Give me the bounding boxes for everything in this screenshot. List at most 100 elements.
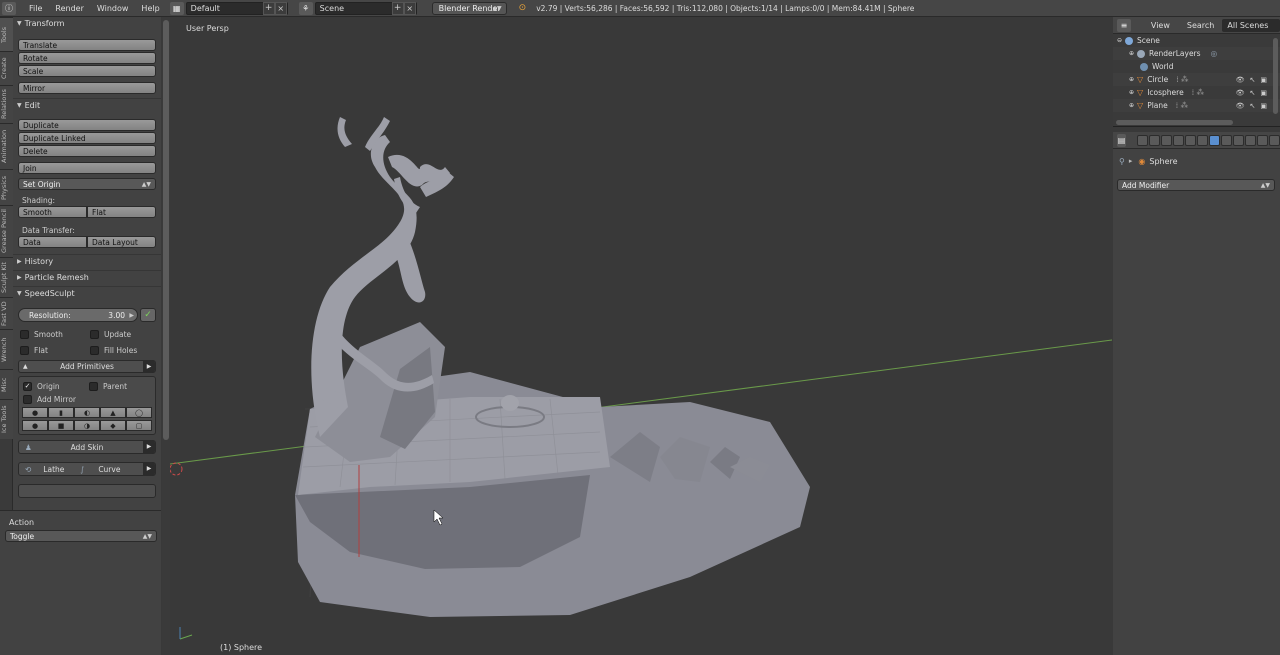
lathe-button[interactable]: Lathe: [43, 465, 64, 474]
panel-speedsculpt-header[interactable]: ▼ SpeedSculpt: [13, 286, 161, 300]
outliner-row-circle[interactable]: ⊕ ▽ Circle ⁞ ⁂ 👁↖▣: [1113, 73, 1280, 86]
outliner-row-renderlayers[interactable]: ⊕ RenderLayers ◎: [1113, 47, 1280, 60]
flat-shading-button[interactable]: Flat: [87, 206, 156, 218]
outliner-editor-icon[interactable]: ≡: [1117, 18, 1131, 32]
render-engine-select[interactable]: Blender Render ▲▼: [431, 1, 507, 15]
add-mirror-checkbox[interactable]: Add Mirror: [23, 393, 76, 405]
particles-tab-icon[interactable]: [1257, 134, 1268, 146]
action-select[interactable]: Toggle ▲▼: [5, 530, 157, 542]
properties-editor-icon[interactable]: ▤: [1117, 133, 1126, 147]
data-tab-icon[interactable]: [1221, 134, 1232, 146]
display-mode-select[interactable]: All Scenes: [1222, 18, 1280, 32]
visibility-icons[interactable]: 👁↖▣: [1236, 76, 1272, 84]
flat-checkbox[interactable]: Flat: [20, 344, 90, 356]
outliner-hscrollbar[interactable]: [1116, 120, 1233, 125]
add-layout-icon[interactable]: +: [262, 1, 275, 15]
editor-type-icon[interactable]: ⓘ: [2, 1, 16, 15]
tool-shelf-scrollbar[interactable]: [162, 17, 170, 655]
scene-field[interactable]: Scene + ×: [314, 1, 417, 15]
parent-checkbox[interactable]: Parent: [89, 380, 127, 392]
world-tab-icon[interactable]: [1173, 134, 1184, 146]
render-tab-icon[interactable]: [1137, 134, 1148, 146]
join-button[interactable]: Join: [18, 162, 156, 174]
screen-layout-icon[interactable]: ▦: [169, 1, 184, 15]
render-layers-tab-icon[interactable]: [1149, 134, 1160, 146]
curve-button[interactable]: Curve: [98, 465, 120, 474]
data-layout-button[interactable]: Data Layout: [87, 236, 156, 248]
data-button[interactable]: Data: [18, 236, 87, 248]
translate-button[interactable]: Translate: [18, 39, 156, 51]
menu-file[interactable]: File: [29, 4, 42, 13]
duplicate-linked-button[interactable]: Duplicate Linked: [18, 132, 156, 144]
add-skin-button[interactable]: ♟ Add Skin ▶: [18, 440, 156, 454]
pipe-icon[interactable]: ◆: [100, 420, 126, 431]
tab-ice-tools[interactable]: Ice Tools: [0, 399, 13, 439]
screen-layout-field[interactable]: Default + ×: [185, 1, 288, 15]
fill-holes-checkbox[interactable]: Fill Holes: [90, 344, 137, 356]
menu-render[interactable]: Render: [55, 4, 83, 13]
cube-icon[interactable]: ■: [48, 420, 74, 431]
add-scene-icon[interactable]: +: [391, 1, 404, 15]
outliner-row-plane[interactable]: ⊕ ▽ Plane ⁞ ⁂ 👁↖▣: [1113, 99, 1280, 112]
tab-misc[interactable]: Misc: [0, 369, 13, 399]
3d-viewport[interactable]: User Persp (1) Sphere: [170, 17, 1112, 655]
panel-history-header[interactable]: ▶ History: [13, 254, 161, 268]
outliner-row-world[interactable]: World: [1113, 60, 1280, 73]
physics-tab-icon[interactable]: [1269, 134, 1280, 146]
smooth-shading-button[interactable]: Smooth: [18, 206, 87, 218]
scrollbar-thumb[interactable]: [163, 20, 169, 440]
add-primitives-button[interactable]: ▲ Add Primitives ▶: [18, 360, 156, 373]
tab-grease-pencil[interactable]: Grease Pencil: [0, 205, 13, 257]
modifiers-tab-icon[interactable]: [1209, 134, 1220, 146]
outliner-row-icosphere[interactable]: ⊕ ▽ Icosphere ⁞ ⁂ 👁↖▣: [1113, 86, 1280, 99]
menu-view[interactable]: View: [1151, 21, 1170, 30]
resolution-slider[interactable]: Resolution: 3.00 ▶: [18, 308, 138, 322]
monkey-icon[interactable]: ◑: [74, 420, 100, 431]
panel-particle-remesh-header[interactable]: ▶ Particle Remesh: [13, 270, 161, 284]
scale-button[interactable]: Scale: [18, 65, 156, 77]
menu-help[interactable]: Help: [141, 4, 159, 13]
circle-icon[interactable]: ◯: [126, 407, 152, 418]
rotate-button[interactable]: Rotate: [18, 52, 156, 64]
material-tab-icon[interactable]: [1233, 134, 1244, 146]
duplicate-button[interactable]: Duplicate: [18, 119, 156, 131]
scene-tab-icon[interactable]: [1161, 134, 1172, 146]
texture-tab-icon[interactable]: [1245, 134, 1256, 146]
update-checkbox[interactable]: Update: [90, 328, 131, 340]
tab-physics[interactable]: Physics: [0, 169, 13, 205]
origin-checkbox[interactable]: ✓ Origin: [23, 380, 89, 392]
outliner-vscrollbar[interactable]: [1273, 38, 1278, 114]
close-scene-icon[interactable]: ×: [403, 1, 416, 15]
panel-edit-header[interactable]: ▼ Edit: [13, 98, 161, 112]
outliner-row-scene[interactable]: ⊖ Scene: [1113, 34, 1280, 47]
visibility-icons[interactable]: 👁↖▣: [1236, 89, 1272, 97]
tab-tools[interactable]: Tools: [0, 17, 13, 51]
tab-relations[interactable]: Relations: [0, 85, 13, 123]
menu-search[interactable]: Search: [1187, 21, 1214, 30]
tab-fast-vd[interactable]: Fast VD: [0, 297, 13, 329]
menu-window[interactable]: Window: [97, 4, 129, 13]
expand-arrow-icon[interactable]: ▶: [143, 360, 155, 373]
uv-sphere-icon[interactable]: ●: [22, 407, 48, 418]
plane-icon[interactable]: ▢: [126, 420, 152, 431]
expand-arrow-icon[interactable]: ▶: [143, 440, 155, 454]
pin-icon[interactable]: ⚲: [1119, 157, 1125, 166]
cut-off-button[interactable]: [18, 484, 156, 498]
checkmark-icon[interactable]: ✓: [140, 308, 156, 322]
tab-create[interactable]: Create: [0, 51, 13, 85]
delete-button[interactable]: Delete: [18, 145, 156, 157]
tab-wrench[interactable]: Wrench: [0, 329, 13, 369]
set-origin-select[interactable]: Set Origin ▲▼: [18, 178, 156, 190]
add-modifier-select[interactable]: Add Modifier ▲▼: [1117, 179, 1275, 191]
object-tab-icon[interactable]: [1185, 134, 1196, 146]
cone-icon[interactable]: ▲: [100, 407, 126, 418]
torus-icon[interactable]: ◐: [74, 407, 100, 418]
close-layout-icon[interactable]: ×: [274, 1, 287, 15]
cylinder-icon[interactable]: ▮: [48, 407, 74, 418]
expand-arrow-icon[interactable]: ▶: [143, 462, 155, 476]
tab-animation[interactable]: Animation: [0, 123, 13, 169]
smooth-checkbox[interactable]: Smooth: [20, 328, 90, 340]
constraints-tab-icon[interactable]: [1197, 134, 1208, 146]
scene-icon[interactable]: ⚘: [298, 1, 313, 15]
mirror-button[interactable]: Mirror: [18, 82, 156, 94]
